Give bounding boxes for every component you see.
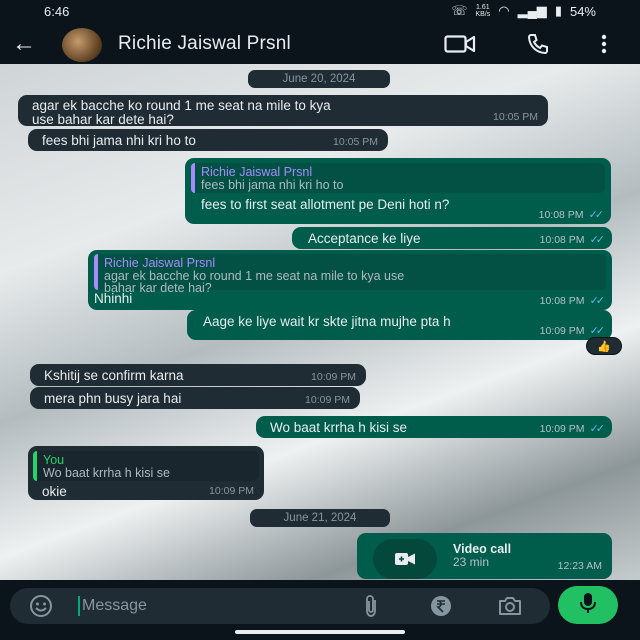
- message-outgoing[interactable]: Richie Jaiswal Prsnl agar ek bacche ko r…: [88, 250, 612, 310]
- message-text: agar ek bacche ko round 1 me seat na mil…: [32, 98, 331, 127]
- mic-icon: [579, 591, 597, 620]
- message-incoming[interactable]: mera phn busy jara hai 10:09 PM: [30, 387, 360, 409]
- battery-icon: ▮: [554, 3, 562, 18]
- message-meta: 10:08 PM ✓✓: [538, 208, 605, 222]
- read-ticks-icon: ✓✓: [589, 325, 606, 337]
- video-icon[interactable]: [444, 30, 476, 58]
- message-time: 10:08 PM: [539, 234, 585, 246]
- message-time: 10:05 PM: [333, 136, 378, 148]
- message-time: 10:09 PM: [311, 371, 356, 383]
- message-meta: 10:09 PM ✓✓: [539, 422, 606, 436]
- quoted-text: fees bhi jama nhi kri ho to: [201, 178, 344, 192]
- message-time: 10:09 PM: [539, 423, 585, 435]
- date-separator: June 20, 2024: [248, 70, 390, 88]
- wifi-icon: ◠: [498, 3, 510, 18]
- wifi-call-icon: ☏: [451, 3, 468, 18]
- message-placeholder: Message: [82, 597, 147, 614]
- net-speed: 1.61 KB/s: [475, 4, 491, 18]
- message-meta: 12:23 AM: [558, 559, 602, 573]
- status-icons: ☏ 1.61 KB/s ◠ ▂▄▆ ▮ 54%: [451, 3, 596, 19]
- mic-button[interactable]: [558, 586, 618, 624]
- message-time: 10:08 PM: [539, 295, 585, 307]
- avatar[interactable]: [62, 28, 102, 62]
- clock: 6:46: [44, 4, 70, 19]
- date-separator: June 21, 2024: [250, 509, 390, 527]
- quoted-text: agar ek bacche ko round 1 me seat na mil…: [104, 269, 405, 295]
- message-outgoing[interactable]: Aage ke liye wait kr skte jitna mujhe pt…: [187, 310, 612, 340]
- thumbs-up-icon: 👍: [597, 340, 611, 353]
- quoted-message[interactable]: Richie Jaiswal Prsnl fees bhi jama nhi k…: [191, 163, 605, 193]
- video-call-icon: [373, 539, 437, 579]
- more-icon[interactable]: [588, 30, 620, 58]
- message-time: 10:09 PM: [539, 325, 585, 337]
- back-arrow-icon[interactable]: ←: [12, 32, 36, 56]
- message-meta: 10:09 PM: [305, 393, 350, 407]
- message-incoming[interactable]: fees bhi jama nhi kri ho to 10:05 PM: [28, 129, 388, 151]
- composer-bar: Message: [0, 580, 640, 640]
- quoted-text: Wo baat krrha h kisi se: [43, 466, 170, 480]
- emoji-icon[interactable]: [28, 594, 54, 618]
- quoted-sender: Richie Jaiswal Prsnl: [201, 165, 313, 179]
- message-input[interactable]: Message: [10, 588, 550, 624]
- message-meta: 10:09 PM: [209, 484, 254, 498]
- contact-name[interactable]: Richie Jaiswal Prsnl: [118, 33, 291, 55]
- reaction-badge[interactable]: 👍: [586, 337, 622, 355]
- call-duration: 23 min: [453, 555, 490, 569]
- battery-level: 54%: [569, 3, 596, 19]
- message-outgoing[interactable]: Wo baat krrha h kisi se 10:09 PM ✓✓: [256, 416, 612, 438]
- call-title: Video call: [453, 542, 512, 556]
- quoted-message[interactable]: Richie Jaiswal Prsnl agar ek bacche ko r…: [94, 254, 606, 294]
- rupee-icon[interactable]: [428, 594, 454, 618]
- attach-icon[interactable]: [358, 594, 384, 618]
- message-outgoing[interactable]: Richie Jaiswal Prsnl fees bhi jama nhi k…: [185, 158, 611, 224]
- message-text: Nhinhi: [94, 291, 133, 306]
- message-meta: 10:08 PM ✓✓: [539, 294, 606, 308]
- read-ticks-icon: ✓✓: [589, 423, 606, 435]
- call-log-message[interactable]: Video call 23 min 12:23 AM: [357, 533, 612, 579]
- message-incoming[interactable]: You Wo baat krrha h kisi se okie 10:09 P…: [28, 446, 264, 500]
- read-ticks-icon: ✓✓: [589, 234, 606, 246]
- message-text: fees bhi jama nhi kri ho to: [42, 133, 196, 148]
- text-cursor: [78, 596, 80, 616]
- message-meta: 10:08 PM ✓✓: [539, 233, 606, 247]
- read-ticks-icon: ✓✓: [588, 209, 605, 221]
- message-text: Kshitij se confirm karna: [44, 368, 184, 383]
- chat-header: ← Richie Jaiswal Prsnl: [0, 24, 640, 64]
- message-time: 10:08 PM: [538, 209, 584, 221]
- quoted-sender: You: [43, 453, 65, 467]
- message-time: 10:09 PM: [209, 485, 254, 497]
- message-text: fees to first seat allotment pe Deni hot…: [201, 197, 450, 212]
- message-meta: 10:05 PM: [333, 135, 378, 149]
- message-meta: 10:09 PM ✓✓: [539, 324, 606, 338]
- message-meta: 10:05 PM: [493, 110, 538, 124]
- message-text: okie: [42, 484, 67, 499]
- signal-icon: ▂▄▆: [517, 3, 547, 18]
- quoted-message[interactable]: You Wo baat krrha h kisi se: [33, 451, 259, 481]
- status-bar: 6:46 ☏ 1.61 KB/s ◠ ▂▄▆ ▮ 54%: [0, 0, 640, 24]
- message-outgoing[interactable]: Acceptance ke liye 10:08 PM ✓✓: [292, 227, 612, 249]
- message-time: 10:05 PM: [493, 111, 538, 123]
- message-meta: 10:09 PM: [311, 370, 356, 384]
- gesture-nav-bar[interactable]: [235, 630, 405, 634]
- quoted-sender: Richie Jaiswal Prsnl: [104, 256, 216, 270]
- message-incoming[interactable]: agar ek bacche ko round 1 me seat na mil…: [18, 95, 548, 127]
- message-time: 10:09 PM: [305, 394, 350, 406]
- message-time: 12:23 AM: [557, 560, 602, 572]
- chat-area[interactable]: June 20, 2024 agar ek bacche ko round 1 …: [0, 64, 640, 580]
- phone-icon[interactable]: [522, 30, 554, 58]
- camera-icon[interactable]: [497, 594, 523, 618]
- message-text: mera phn busy jara hai: [44, 391, 182, 406]
- read-ticks-icon: ✓✓: [589, 295, 606, 307]
- message-incoming[interactable]: Kshitij se confirm karna 10:09 PM: [30, 364, 366, 386]
